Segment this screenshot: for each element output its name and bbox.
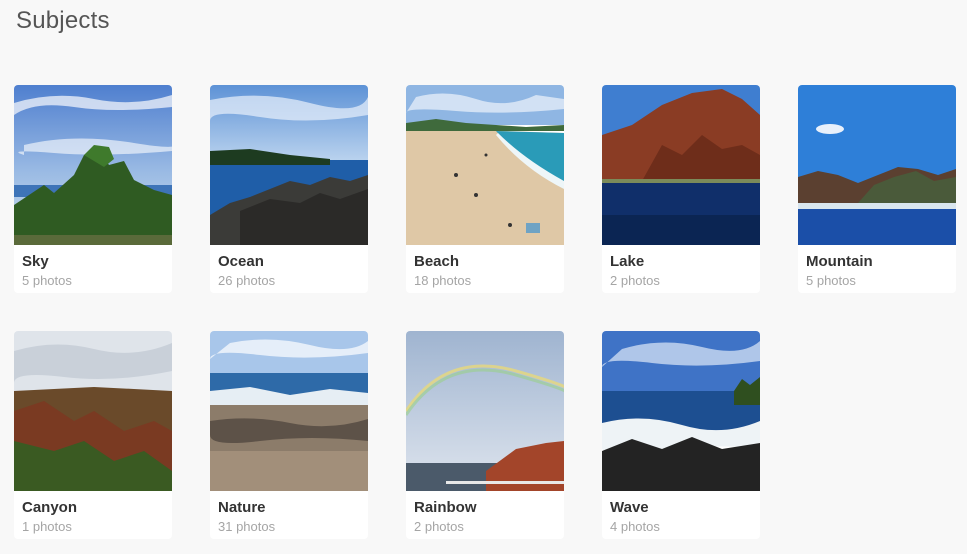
ocean-thumbnail — [210, 85, 368, 245]
subject-photo-count: 2 photos — [414, 519, 464, 534]
subject-card-nature[interactable]: Nature 31 photos — [210, 331, 368, 539]
subject-card-lake[interactable]: Lake 2 photos — [602, 85, 760, 293]
subject-card-wave[interactable]: Wave 4 photos — [602, 331, 760, 539]
subject-photo-count: 31 photos — [218, 519, 276, 534]
subject-card-mountain[interactable]: Mountain 5 photos — [798, 85, 956, 293]
lake-thumbnail — [602, 85, 760, 245]
subject-card-beach[interactable]: Beach 18 photos — [406, 85, 564, 293]
page-title: Subjects — [16, 7, 110, 34]
nature-thumbnail — [210, 331, 368, 491]
wave-thumbnail — [602, 331, 760, 491]
subject-photo-count: 5 photos — [806, 273, 856, 288]
subject-name: Canyon — [22, 499, 78, 516]
sky-thumbnail — [14, 85, 172, 245]
subject-card-rainbow[interactable]: Rainbow 2 photos — [406, 331, 564, 539]
subject-photo-count: 4 photos — [610, 519, 660, 534]
subject-photo-count: 2 photos — [610, 273, 660, 288]
subject-name: Rainbow — [414, 499, 477, 516]
subject-name: Ocean — [218, 253, 264, 270]
canyon-thumbnail — [14, 331, 172, 491]
subject-name: Lake — [610, 253, 645, 270]
subject-card-canyon[interactable]: Canyon 1 photos — [14, 331, 172, 539]
rainbow-thumbnail — [406, 331, 564, 491]
mountain-thumbnail — [798, 85, 956, 245]
subject-name: Sky — [22, 253, 49, 270]
subject-name: Wave — [610, 499, 649, 516]
subject-photo-count: 1 photos — [22, 519, 72, 534]
subject-card-ocean[interactable]: Ocean 26 photos — [210, 85, 368, 293]
subject-name: Beach — [414, 253, 460, 270]
subject-photo-count: 18 photos — [414, 273, 472, 288]
beach-thumbnail — [406, 85, 564, 245]
subject-photo-count: 5 photos — [22, 273, 72, 288]
subject-photo-count: 26 photos — [218, 273, 276, 288]
subject-card-sky[interactable]: Sky 5 photos — [14, 85, 172, 293]
subject-name: Nature — [218, 499, 266, 516]
subject-name: Mountain — [806, 253, 873, 270]
